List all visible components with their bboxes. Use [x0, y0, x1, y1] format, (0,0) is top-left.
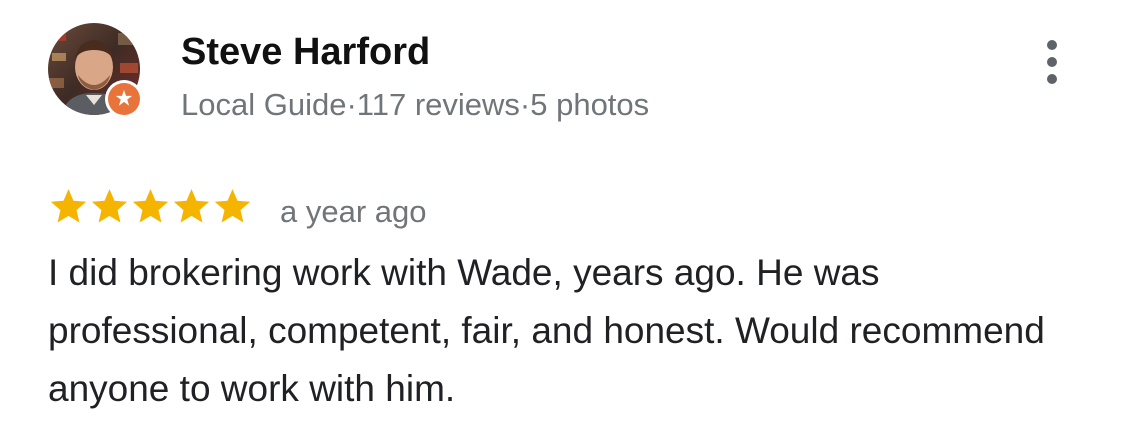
- more-vert-icon: [1047, 57, 1057, 67]
- more-vert-icon: [1047, 74, 1057, 84]
- reviewer-name[interactable]: Steve Harford: [181, 30, 430, 74]
- star-icon: [214, 188, 251, 223]
- star-icon: [91, 188, 128, 223]
- review-text: I did brokering work with Wade, years ag…: [48, 252, 1045, 409]
- review-card: Steve Harford Local Guide·117 reviews·5 …: [0, 0, 1125, 446]
- star-icon: [173, 188, 210, 223]
- more-options-button[interactable]: [1030, 38, 1074, 86]
- star-rating: [48, 184, 253, 228]
- more-vert-icon: [1047, 40, 1057, 50]
- review-date: a year ago: [280, 194, 427, 229]
- meta-separator: ·: [346, 87, 357, 122]
- meta-separator: ·: [519, 87, 531, 122]
- reviewer-meta: Local Guide·117 reviews·5 photos: [181, 86, 649, 124]
- star-icon: [50, 188, 87, 223]
- local-guide-star-icon: [108, 83, 140, 115]
- local-guide-label: Local Guide: [181, 87, 347, 122]
- review-count: 117 reviews: [356, 87, 520, 122]
- photo-count: 5 photos: [530, 87, 650, 122]
- star-icon: [132, 188, 169, 223]
- local-guide-badge: [105, 80, 143, 118]
